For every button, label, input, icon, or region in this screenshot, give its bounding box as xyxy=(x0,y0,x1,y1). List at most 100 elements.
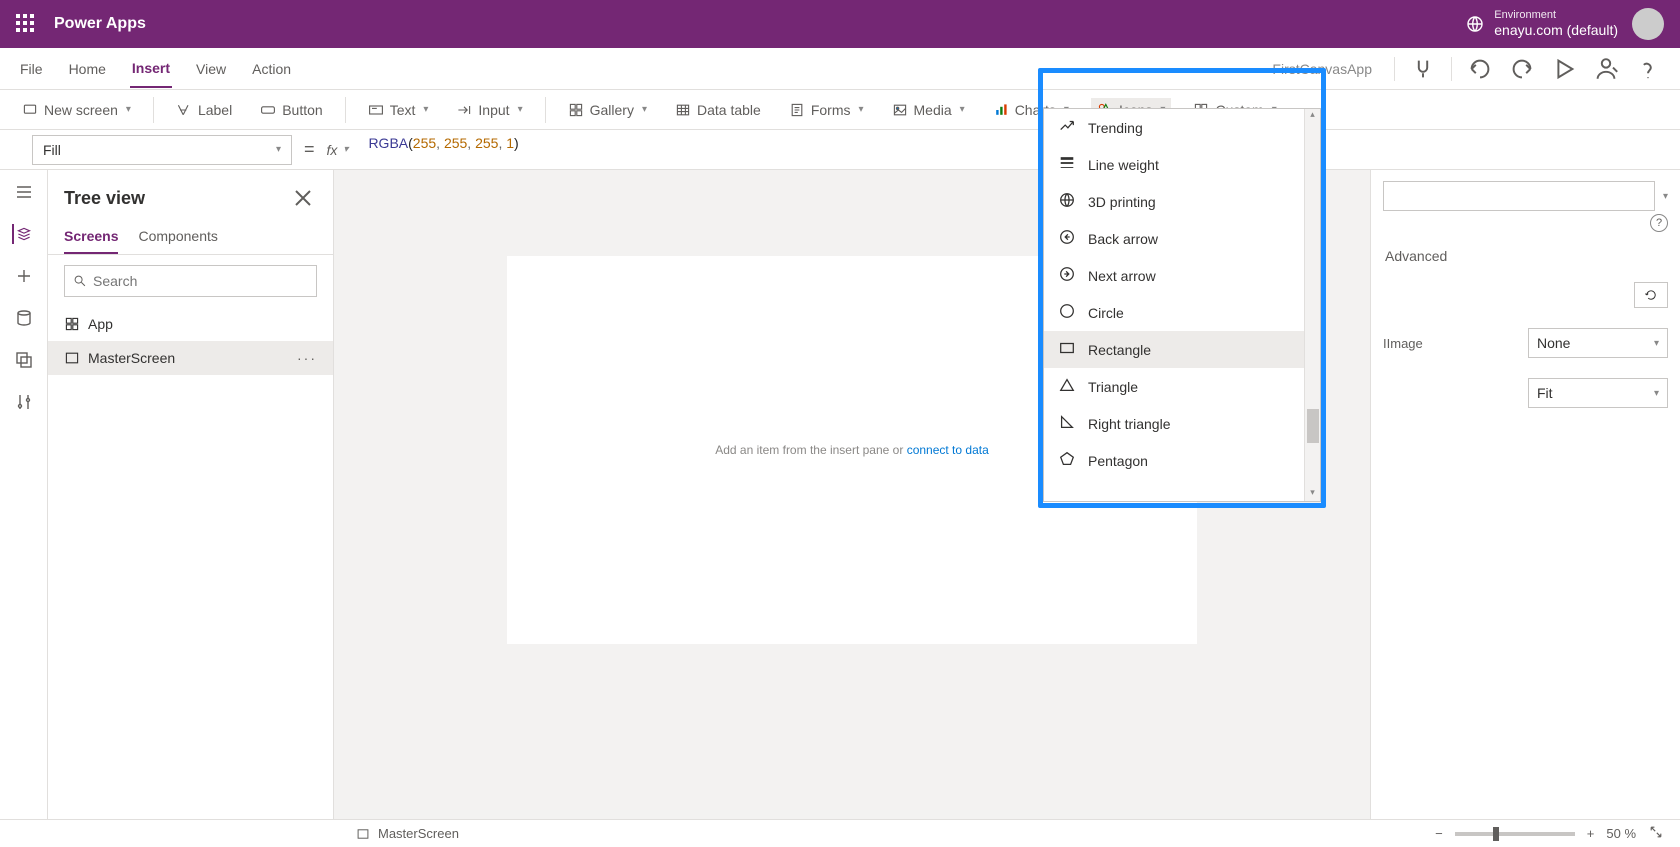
menu-action[interactable]: Action xyxy=(250,51,293,87)
tree-node-masterscreen[interactable]: MasterScreen ··· xyxy=(48,341,333,375)
scroll-up-arrow[interactable]: ▴ xyxy=(1305,109,1320,123)
topbar: Power Apps Environment enayu.com (defaul… xyxy=(0,0,1680,48)
environment-icon xyxy=(1466,15,1484,33)
env-label: Environment xyxy=(1494,9,1618,22)
redo-icon[interactable] xyxy=(1508,55,1536,83)
fit-screen-icon[interactable] xyxy=(1648,824,1664,843)
share-icon[interactable] xyxy=(1592,55,1620,83)
media-button[interactable]: Media▾ xyxy=(886,98,971,122)
scroll-down-arrow[interactable]: ▾ xyxy=(1305,487,1320,501)
gallery-icon xyxy=(568,102,584,118)
chevron-down-icon: ▾ xyxy=(1663,191,1668,202)
search-icon xyxy=(73,274,87,288)
zoom-in-button[interactable]: + xyxy=(1587,826,1595,841)
menu-view[interactable]: View xyxy=(194,51,228,87)
prop-name-dropdown[interactable] xyxy=(1383,181,1655,211)
icons-item-nextarrow[interactable]: Next arrow xyxy=(1044,257,1304,294)
gallery-button[interactable]: Gallery▾ xyxy=(562,98,653,122)
chevron-down-icon: ▾ xyxy=(423,104,428,115)
property-selector[interactable]: Fill ▾ xyxy=(32,135,292,165)
app-name-field[interactable]: FirstCanvasApp xyxy=(1272,61,1372,77)
statusbar: MasterScreen − + 50 % xyxy=(0,819,1680,847)
zoom-slider[interactable] xyxy=(1455,832,1575,836)
advanced-tools-icon[interactable] xyxy=(14,392,34,412)
scrollbar[interactable]: ▴ ▾ xyxy=(1304,109,1320,501)
icons-item-triangle[interactable]: Triangle xyxy=(1044,368,1304,405)
connect-to-data-link[interactable]: connect to data xyxy=(907,443,989,457)
menu-insert[interactable]: Insert xyxy=(130,50,172,88)
app-checker-icon[interactable] xyxy=(1409,55,1437,83)
chevron-down-icon: ▾ xyxy=(276,144,281,155)
formula-input[interactable]: RGBA(255, 255, 255, 1) xyxy=(360,135,1664,165)
data-icon[interactable] xyxy=(14,308,34,328)
search-input[interactable] xyxy=(93,273,308,289)
lineweight-icon xyxy=(1058,154,1076,175)
menubar: File Home Insert View Action FirstCanvas… xyxy=(0,48,1680,90)
label-button[interactable]: Label xyxy=(170,98,238,122)
media-icon xyxy=(892,102,908,118)
scroll-thumb[interactable] xyxy=(1307,409,1319,443)
menu-home[interactable]: Home xyxy=(67,51,108,87)
icons-item-lineweight[interactable]: Line weight xyxy=(1044,146,1304,183)
icons-item-backarrow[interactable]: Back arrow xyxy=(1044,220,1304,257)
play-icon[interactable] xyxy=(1550,55,1578,83)
input-button[interactable]: Input▾ xyxy=(450,98,528,122)
waffle-icon[interactable] xyxy=(16,14,36,34)
prop-image-label: IImage xyxy=(1383,336,1423,351)
chevron-down-icon: ▾ xyxy=(343,144,348,155)
tab-advanced[interactable]: Advanced xyxy=(1383,240,1449,272)
icons-item-righttriangle[interactable]: Right triangle xyxy=(1044,405,1304,442)
menu-file[interactable]: File xyxy=(18,51,45,87)
tab-screens[interactable]: Screens xyxy=(64,220,118,254)
refresh-button[interactable] xyxy=(1634,282,1668,308)
tree-search[interactable] xyxy=(64,265,317,297)
more-icon[interactable]: ··· xyxy=(297,350,317,366)
button-button[interactable]: Button xyxy=(254,98,328,122)
forms-button[interactable]: Forms▾ xyxy=(783,98,870,122)
chevron-down-icon: ▾ xyxy=(960,104,965,115)
hamburger-icon[interactable] xyxy=(14,182,34,202)
label-icon xyxy=(176,102,192,118)
close-icon[interactable] xyxy=(289,184,317,212)
info-icon[interactable]: ? xyxy=(1650,214,1668,232)
separator xyxy=(1451,57,1452,81)
prop-image-dropdown[interactable]: None▾ xyxy=(1528,328,1668,358)
media-pane-icon[interactable] xyxy=(14,350,34,370)
triangle-icon xyxy=(1058,376,1076,397)
environment-picker[interactable]: Environment enayu.com (default) xyxy=(1466,9,1618,39)
icons-item-rectangle[interactable]: Rectangle xyxy=(1044,331,1304,368)
pentagon-icon xyxy=(1058,450,1076,471)
zoom-out-button[interactable]: − xyxy=(1435,826,1443,841)
formula-bar: Fill ▾ = fx ▾ RGBA(255, 255, 255, 1) xyxy=(0,130,1680,170)
icons-item-pentagon[interactable]: Pentagon xyxy=(1044,442,1304,479)
circle-icon xyxy=(1058,302,1076,323)
fx-icon[interactable]: fx ▾ xyxy=(327,142,349,158)
new-screen-button[interactable]: New screen▾ xyxy=(16,98,137,122)
tree-node-app[interactable]: App xyxy=(48,307,333,341)
charts-icon xyxy=(993,102,1009,118)
left-rail xyxy=(0,170,48,819)
rectangle-icon xyxy=(1058,339,1076,360)
data-table-button[interactable]: Data table xyxy=(669,98,767,122)
tab-components[interactable]: Components xyxy=(138,220,217,254)
chevron-down-icon: ▾ xyxy=(642,104,647,115)
icons-item-trending[interactable]: Trending xyxy=(1044,109,1304,146)
help-icon[interactable] xyxy=(1634,55,1662,83)
tree-view-panel: Tree view Screens Components App MasterS… xyxy=(48,170,334,819)
icons-item-3d[interactable]: 3D printing xyxy=(1044,183,1304,220)
avatar[interactable] xyxy=(1632,8,1664,40)
properties-panel: ▾ ? Advanced IImage None▾ Fit▾ xyxy=(1370,170,1680,819)
env-name: enayu.com (default) xyxy=(1494,22,1618,39)
icons-item-circle[interactable]: Circle xyxy=(1044,294,1304,331)
undo-icon[interactable] xyxy=(1466,55,1494,83)
tree-view-icon[interactable] xyxy=(12,224,32,244)
text-button[interactable]: Text▾ xyxy=(362,98,435,122)
chevron-down-icon: ▾ xyxy=(1654,388,1659,399)
insert-pane-icon[interactable] xyxy=(14,266,34,286)
button-icon xyxy=(260,102,276,118)
screen-icon xyxy=(22,102,38,118)
prop-fit-dropdown[interactable]: Fit▾ xyxy=(1528,378,1668,408)
icons-dropdown: TrendingLine weight3D printingBack arrow… xyxy=(1043,108,1321,502)
nextarrow-icon xyxy=(1058,265,1076,286)
trending-icon xyxy=(1058,117,1076,138)
